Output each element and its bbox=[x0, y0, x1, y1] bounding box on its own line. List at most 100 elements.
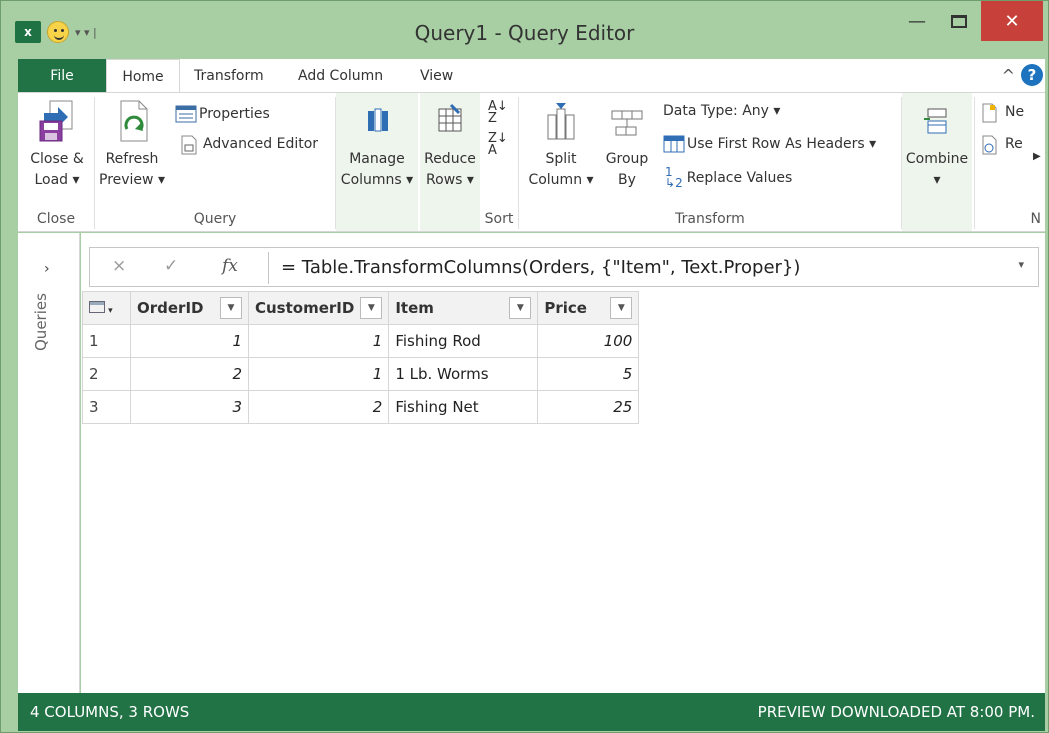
tab-transform[interactable]: Transform bbox=[180, 59, 278, 92]
filter-dropdown-icon[interactable]: ▼ bbox=[610, 297, 633, 319]
window-title: Query1 - Query Editor bbox=[414, 21, 635, 45]
commit-icon[interactable]: ✓ bbox=[164, 256, 178, 276]
column-header-customerid[interactable]: CustomerID ▼ bbox=[247, 291, 390, 325]
collapse-ribbon-icon[interactable]: ^ bbox=[1002, 66, 1015, 85]
new-source-label: Ne bbox=[1005, 104, 1025, 120]
new-source-icon bbox=[981, 103, 1001, 123]
row-number[interactable]: 2 bbox=[82, 357, 131, 391]
reduce-rows-line1: Reduce bbox=[424, 151, 476, 167]
group-new-query-label: N bbox=[1030, 211, 1041, 227]
properties-button[interactable]: Properties bbox=[175, 105, 270, 123]
cell-customerid[interactable]: 2 bbox=[247, 390, 390, 424]
cancel-icon[interactable]: × bbox=[112, 256, 126, 276]
combine-icon bbox=[918, 99, 956, 143]
status-row-count: 4 COLUMNS, 3 ROWS bbox=[30, 703, 190, 721]
help-icon[interactable]: ? bbox=[1021, 64, 1043, 86]
column-header-item[interactable]: Item ▼ bbox=[388, 291, 539, 325]
cell-price[interactable]: 5 bbox=[537, 357, 640, 391]
ribbon: Close & Load ▾ Close Refresh Preview ▾ P… bbox=[18, 92, 1045, 232]
maximize-button[interactable] bbox=[939, 1, 979, 41]
cell-item[interactable]: Fishing Net bbox=[388, 390, 539, 424]
ribbon-tabs: File Home Transform Add Column View ^ ? bbox=[18, 59, 1045, 93]
status-preview-time: PREVIEW DOWNLOADED AT 8:00 PM. bbox=[757, 703, 1035, 721]
sort-ascending-icon: A↓ Z bbox=[488, 99, 508, 126]
cell-customerid[interactable]: 1 bbox=[247, 357, 390, 391]
tab-add-column[interactable]: Add Column bbox=[284, 59, 397, 92]
split-column-line2: Column ▾ bbox=[528, 172, 594, 188]
recent-sources-icon bbox=[981, 135, 1001, 155]
data-type-dropdown[interactable]: Data Type: Any ▾ bbox=[663, 103, 780, 119]
replace-values-icon-top: 1 bbox=[665, 165, 673, 179]
cell-orderid[interactable]: 2 bbox=[130, 357, 249, 391]
recent-sources-button[interactable]: Re bbox=[981, 135, 1023, 155]
tab-file[interactable]: File bbox=[18, 59, 106, 92]
formula-input[interactable]: = Table.TransformColumns(Orders, {"Item"… bbox=[268, 252, 1038, 284]
manage-columns-line1: Manage bbox=[349, 151, 405, 167]
group-reduce-rows: Reduce Rows ▾ bbox=[420, 93, 480, 231]
manage-columns-button[interactable]: Manage Columns ▾ bbox=[338, 99, 416, 191]
group-close-label: Close bbox=[36, 211, 76, 227]
close-button[interactable]: ✕ bbox=[981, 1, 1043, 41]
split-column-button[interactable]: Split Column ▾ bbox=[523, 99, 599, 191]
column-header-orderid[interactable]: OrderID ▼ bbox=[130, 291, 249, 325]
group-transform-label: Transform bbox=[675, 211, 745, 227]
first-row-headers-icon bbox=[663, 135, 685, 153]
cell-item[interactable]: Fishing Rod bbox=[388, 324, 539, 358]
reduce-rows-button[interactable]: Reduce Rows ▾ bbox=[420, 99, 480, 191]
column-header-label: Item bbox=[395, 299, 434, 317]
queries-pane-label[interactable]: Queries bbox=[32, 293, 50, 373]
properties-icon bbox=[175, 105, 197, 123]
filter-dropdown-icon[interactable]: ▼ bbox=[360, 297, 383, 319]
table-corner-button[interactable]: ▾ bbox=[82, 291, 131, 325]
cell-orderid[interactable]: 1 bbox=[130, 324, 249, 358]
group-by-button[interactable]: Group By bbox=[599, 99, 655, 191]
tab-home[interactable]: Home bbox=[106, 59, 180, 93]
close-load-line1: Close & bbox=[30, 151, 84, 167]
sort-ascending-button[interactable]: A↓ Z bbox=[488, 99, 508, 126]
expand-queries-icon[interactable]: › bbox=[44, 261, 50, 277]
sort-descending-button[interactable]: Z↓ A bbox=[488, 132, 508, 157]
filter-dropdown-icon[interactable]: ▼ bbox=[509, 297, 532, 319]
save-close-icon bbox=[38, 99, 76, 143]
column-header-label: OrderID bbox=[137, 299, 204, 317]
replace-values-icon-bottom: 2 bbox=[675, 176, 683, 190]
cell-price[interactable]: 100 bbox=[537, 324, 640, 358]
table-row: 2 2 1 1 Lb. Worms 5 bbox=[82, 357, 640, 391]
column-header-price[interactable]: Price ▼ bbox=[537, 291, 640, 325]
cell-customerid[interactable]: 1 bbox=[247, 324, 390, 358]
advanced-editor-icon bbox=[179, 135, 199, 155]
split-column-line1: Split bbox=[545, 151, 577, 167]
close-load-button[interactable]: Close & Load ▾ bbox=[24, 99, 90, 191]
expand-formula-icon[interactable]: ▾ bbox=[1018, 258, 1024, 271]
filter-dropdown-icon[interactable]: ▼ bbox=[220, 297, 242, 319]
query-editor-window: x ▾ ▾ | Query1 - Query Editor — ✕ File H… bbox=[0, 0, 1049, 733]
first-row-headers-label: Use First Row As Headers ▾ bbox=[687, 136, 877, 152]
maximize-icon bbox=[951, 14, 967, 28]
manage-columns-line2: Columns ▾ bbox=[340, 172, 414, 188]
queries-pane: › Queries bbox=[18, 233, 80, 693]
tab-view[interactable]: View bbox=[406, 59, 467, 92]
replace-values-icon: 1 ↳2 bbox=[665, 165, 683, 190]
combine-line2: ▾ bbox=[933, 172, 941, 188]
new-source-button[interactable]: Ne bbox=[981, 103, 1025, 123]
column-header-label: CustomerID bbox=[255, 299, 355, 317]
row-number[interactable]: 1 bbox=[82, 324, 131, 358]
minimize-button[interactable]: — bbox=[897, 1, 937, 41]
advanced-editor-button[interactable]: Advanced Editor bbox=[179, 135, 318, 155]
cell-orderid[interactable]: 3 bbox=[130, 390, 249, 424]
title-bar: x ▾ ▾ | Query1 - Query Editor — ✕ bbox=[1, 1, 1048, 57]
use-first-row-headers-button[interactable]: Use First Row As Headers ▾ bbox=[663, 135, 876, 153]
row-number[interactable]: 3 bbox=[82, 390, 131, 424]
combine-button[interactable]: Combine ▾ bbox=[902, 99, 972, 191]
refresh-preview-button[interactable]: Refresh Preview ▾ bbox=[99, 99, 165, 191]
table-icon bbox=[89, 301, 105, 313]
ribbon-scroll-right-icon[interactable]: ▶ bbox=[1033, 151, 1041, 162]
replace-values-button[interactable]: 1 ↳2 Replace Values bbox=[665, 165, 792, 190]
fx-icon[interactable]: fx bbox=[222, 256, 238, 276]
cell-item[interactable]: 1 Lb. Worms bbox=[388, 357, 539, 391]
group-sort: A↓ Z Z↓ A Sort bbox=[480, 93, 518, 231]
close-load-line2: Load ▾ bbox=[34, 172, 80, 188]
cell-price[interactable]: 25 bbox=[537, 390, 640, 424]
manage-columns-icon bbox=[358, 99, 396, 143]
formula-bar: × ✓ fx = Table.TransformColumns(Orders, … bbox=[89, 247, 1039, 287]
